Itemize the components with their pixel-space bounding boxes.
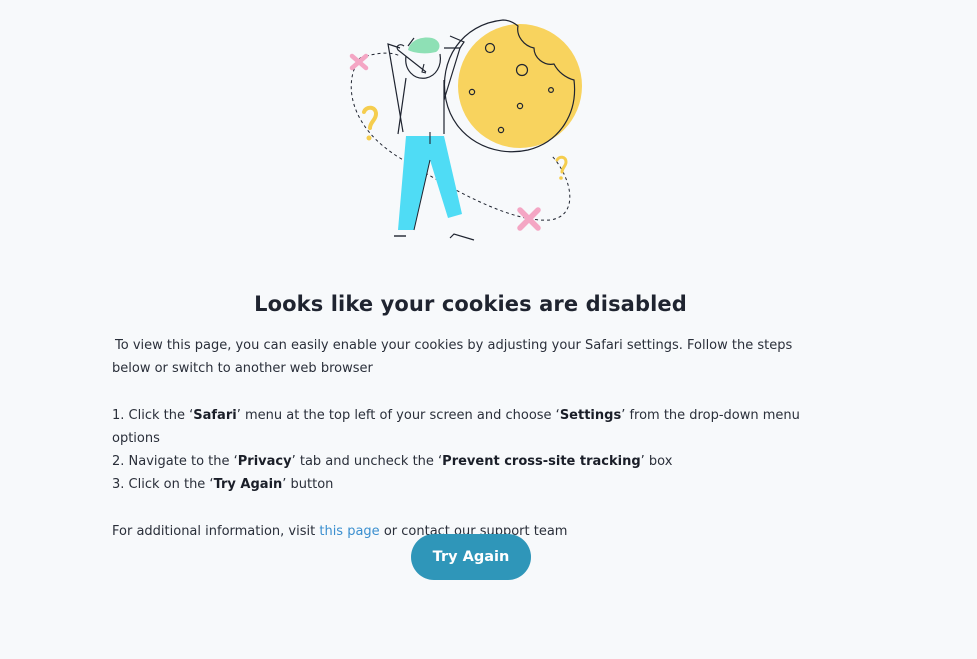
step-item: 3. Click on the ‘Try Again’ button xyxy=(112,477,334,493)
cross-icon xyxy=(517,207,541,231)
this-page-link[interactable]: this page xyxy=(319,524,379,539)
cross-icon xyxy=(349,53,369,71)
instructions: To view this page, you can easily enable… xyxy=(112,334,832,543)
question-mark-icon xyxy=(362,105,379,130)
person-illustration xyxy=(387,35,475,241)
step-item: 2. Navigate to the ‘Privacy’ tab and unc… xyxy=(112,454,673,470)
cookie-illustration xyxy=(349,19,582,241)
question-mark-icon xyxy=(555,155,568,174)
try-again-button[interactable]: Try Again xyxy=(411,534,531,580)
steps-list: 1. Click the ‘Safari’ menu at the top le… xyxy=(112,404,832,497)
step-item: 1. Click the ‘Safari’ menu at the top le… xyxy=(112,407,800,446)
page-title: Looks like your cookies are disabled xyxy=(254,292,687,316)
cookies-disabled-page: Looks like your cookies are disabled To … xyxy=(0,0,977,659)
cookie-icon xyxy=(443,19,582,153)
intro-text: To view this page, you can easily enable… xyxy=(112,338,793,377)
pants xyxy=(398,136,462,230)
